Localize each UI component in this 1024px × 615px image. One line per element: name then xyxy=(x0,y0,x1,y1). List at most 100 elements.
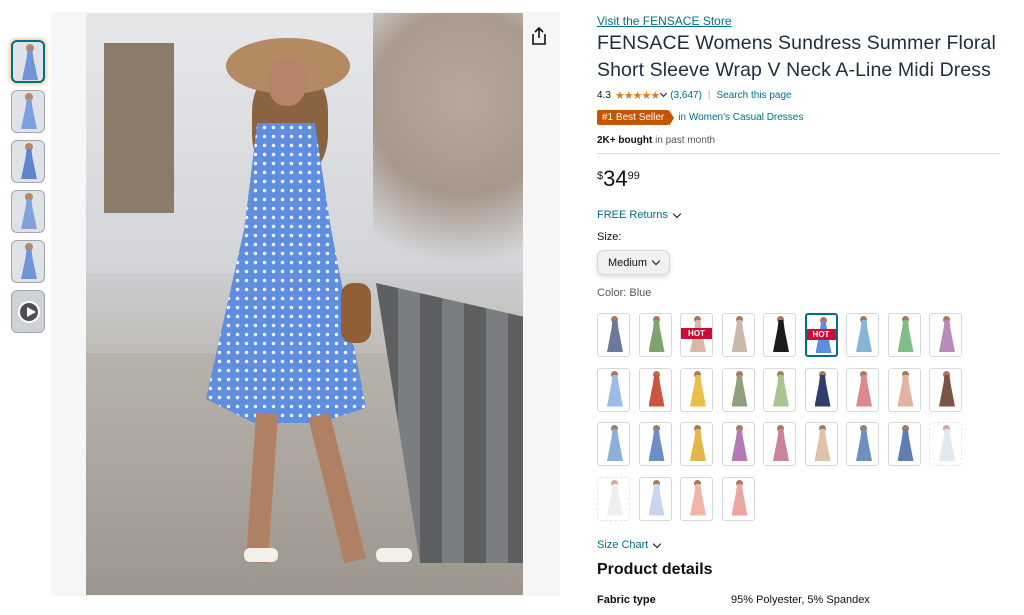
color-label-text: Color: xyxy=(597,287,627,299)
swatch-figure-dress xyxy=(897,320,914,352)
share-icon[interactable] xyxy=(529,26,549,46)
swatch-figure-dress xyxy=(690,374,706,407)
price-whole: 34 xyxy=(603,166,628,191)
thumbnail-figure-dress xyxy=(21,249,37,279)
price-fraction: 99 xyxy=(627,170,640,182)
image-thumbnail[interactable] xyxy=(11,240,45,283)
thumbnail-strip xyxy=(11,40,45,340)
color-swatch[interactable] xyxy=(597,313,630,357)
thumbnail-figure-dress xyxy=(21,149,37,179)
color-selected-value: Blue xyxy=(629,287,652,299)
color-swatch[interactable] xyxy=(804,422,838,466)
color-swatch[interactable] xyxy=(929,367,962,412)
swatch-figure-dress xyxy=(648,374,665,407)
color-swatch[interactable] xyxy=(887,422,921,466)
store-link[interactable]: Visit the FENSACE Store xyxy=(597,14,1001,28)
color-swatch[interactable] xyxy=(597,422,630,466)
price: $ 34 99 xyxy=(597,167,1001,195)
size-dropdown[interactable]: Medium xyxy=(597,250,670,275)
color-swatch[interactable] xyxy=(597,367,630,412)
color-swatch[interactable] xyxy=(638,476,672,521)
product-main-image[interactable] xyxy=(86,13,523,595)
swatch-figure-dress xyxy=(814,374,831,407)
color-label: Color: Blue xyxy=(597,287,1001,299)
photo-tree xyxy=(373,13,523,313)
ratings-count-link[interactable]: (3,647) xyxy=(670,90,702,101)
bought-count: 2K+ bought xyxy=(597,135,653,146)
color-swatch[interactable] xyxy=(721,313,755,357)
size-chart-label: Size Chart xyxy=(597,539,649,551)
swatch-figure-dress xyxy=(814,429,831,461)
chevron-down-icon xyxy=(653,539,662,548)
color-swatch[interactable] xyxy=(929,313,962,357)
swatch-figure-dress xyxy=(939,374,955,407)
size-selected-value: Medium xyxy=(607,256,648,269)
chevron-down-icon[interactable] xyxy=(660,89,668,98)
fabric-type-key: Fabric type xyxy=(597,594,656,606)
size-chart-link[interactable]: Size Chart xyxy=(597,539,662,551)
color-swatch[interactable] xyxy=(763,422,796,466)
free-returns-label: FREE Returns xyxy=(597,209,668,221)
color-swatch[interactable] xyxy=(680,422,713,466)
color-swatch[interactable] xyxy=(804,367,838,412)
swatch-figure-dress xyxy=(731,320,748,352)
color-swatch[interactable] xyxy=(887,313,921,357)
video-thumbnail[interactable] xyxy=(11,290,45,333)
color-swatch[interactable] xyxy=(846,367,879,412)
color-swatch[interactable] xyxy=(721,476,755,521)
free-returns-link[interactable]: FREE Returns xyxy=(597,209,1001,221)
color-swatch[interactable] xyxy=(597,476,630,521)
best-seller-row: #1 Best Seller in Women's Casual Dresses xyxy=(597,110,1001,126)
color-swatch[interactable]: HOT xyxy=(680,313,713,357)
chevron-down-icon xyxy=(672,209,682,218)
color-swatch[interactable] xyxy=(887,367,921,412)
product-title: FENSACE Womens Sundress Summer Floral Sh… xyxy=(597,32,996,81)
swatch-figure-dress xyxy=(731,429,748,461)
best-seller-badge[interactable]: #1 Best Seller xyxy=(597,110,675,126)
swatch-figure-dress xyxy=(731,374,748,407)
thumbnail-figure-dress xyxy=(21,99,37,129)
search-page-link[interactable]: Search this page xyxy=(717,90,792,101)
rating-value: 4.3 xyxy=(597,89,611,101)
photo-door xyxy=(104,43,174,213)
swatch-figure-dress xyxy=(648,483,665,516)
swatch-figure-dress xyxy=(773,429,789,461)
color-swatch[interactable] xyxy=(763,367,796,412)
rating-row: 4.3 ★★★★★ (3,647) | Search this page xyxy=(597,88,1001,102)
swatch-figure-dress xyxy=(690,483,706,516)
swatch-figure-dress xyxy=(856,374,872,407)
bought-period: in past month xyxy=(655,135,716,146)
color-swatch[interactable] xyxy=(680,367,713,412)
color-swatch[interactable] xyxy=(763,313,796,357)
product-info: Visit the FENSACE Store FENSACE Womens S… xyxy=(597,14,1001,299)
separator: | xyxy=(707,89,711,101)
hot-badge: HOT xyxy=(806,329,836,340)
swatch-figure-dress xyxy=(690,429,706,461)
color-swatch[interactable] xyxy=(721,367,755,412)
image-thumbnail[interactable] xyxy=(11,90,45,133)
swatch-figure-dress xyxy=(773,374,789,407)
category-link[interactable]: in Women's Casual Dresses xyxy=(678,112,803,123)
image-thumbnail[interactable] xyxy=(11,140,45,183)
swatch-figure-dress xyxy=(607,429,623,461)
color-swatch[interactable] xyxy=(846,313,879,357)
swatch-figure-dress xyxy=(607,483,623,516)
play-icon xyxy=(18,301,40,323)
fabric-type-row: Fabric type 95% Polyester, 5% Spandex xyxy=(597,594,870,606)
size-label: Size: xyxy=(597,231,622,243)
swatch-figure-dress xyxy=(897,429,914,461)
image-thumbnail[interactable] xyxy=(11,40,45,83)
color-swatch[interactable]: HOT xyxy=(804,313,838,357)
bought-info: 2K+ bought in past month xyxy=(597,135,1001,146)
photo-bag xyxy=(341,283,371,343)
color-swatch[interactable] xyxy=(638,367,672,412)
star-rating-icon[interactable]: ★★★★★ xyxy=(615,89,660,102)
color-swatch[interactable] xyxy=(638,422,672,466)
color-swatch[interactable] xyxy=(638,313,672,357)
color-swatch[interactable] xyxy=(721,422,755,466)
image-thumbnail[interactable] xyxy=(11,190,45,233)
chevron-down-icon xyxy=(651,256,661,266)
color-swatch[interactable] xyxy=(929,422,962,466)
color-swatch[interactable] xyxy=(680,476,713,521)
color-swatch[interactable] xyxy=(846,422,879,466)
